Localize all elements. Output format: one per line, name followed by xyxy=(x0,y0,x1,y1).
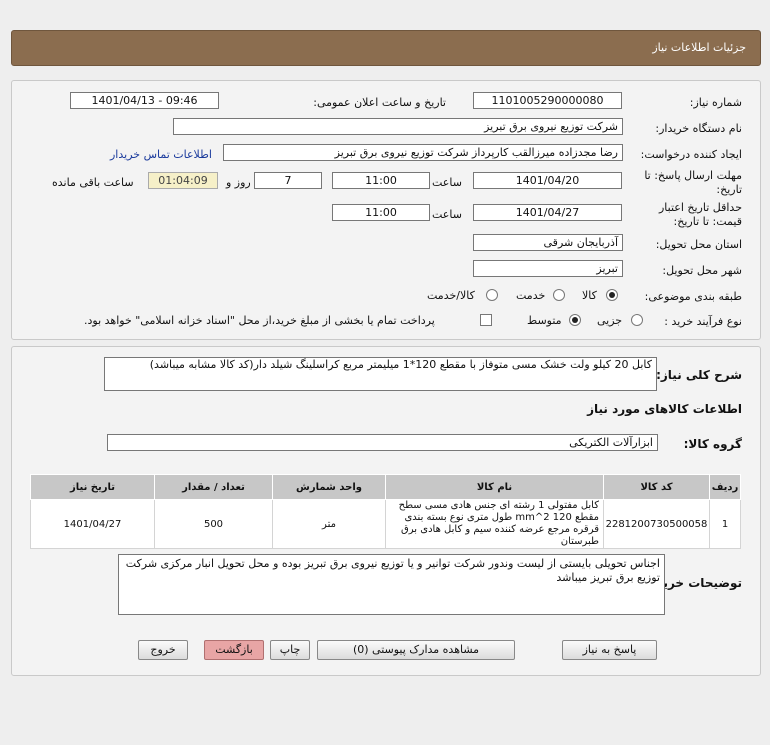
contact-info-link[interactable]: اطلاعات تماس خریدار xyxy=(110,148,212,161)
remaining-label: ساعت باقی مانده xyxy=(52,176,134,189)
col-code: کد کالا xyxy=(603,474,710,500)
category-radio-goods[interactable] xyxy=(606,289,618,301)
category-radio-service[interactable] xyxy=(553,289,565,301)
deadline-label-1: مهلت ارسال پاسخ: تا xyxy=(644,169,742,182)
table-row[interactable]: 1 2281200730500058 کابل مفتولی 1 رشته ای… xyxy=(30,499,741,549)
validity-time-field[interactable]: 11:00 xyxy=(332,204,430,221)
treasury-payment-checkbox[interactable] xyxy=(480,314,492,326)
category-label: طبقه بندی موضوعی: xyxy=(644,290,742,303)
validity-label-1: حداقل تاریخ اعتبار xyxy=(658,201,742,214)
summary-field[interactable]: کابل 20 کیلو ولت خشک مسی متوفاز با مقطع … xyxy=(104,357,657,391)
buyer-notes-field[interactable]: اجناس تحویلی بایستی از لیست وندور شرکت ت… xyxy=(118,554,665,615)
deadline-time-field[interactable]: 11:00 xyxy=(332,172,430,189)
col-name: نام کالا xyxy=(385,474,604,500)
cell-name: کابل مفتولی 1 رشته ای جنس هادی مسی سطح م… xyxy=(385,499,604,549)
deadline-time-label: ساعت xyxy=(432,176,462,189)
creator-field[interactable]: رضا مجدزاده میرزالقب کارپرداز شرکت توزیع… xyxy=(223,144,623,161)
city-label: شهر محل تحویل: xyxy=(662,264,742,277)
validity-time-label: ساعت xyxy=(432,208,462,221)
remaining-time-field: 01:04:09 xyxy=(148,172,218,189)
cell-unit: متر xyxy=(272,499,386,549)
cell-code: 2281200730500058 xyxy=(603,499,710,549)
process-radio-medium[interactable] xyxy=(569,314,581,326)
print-button[interactable]: چاپ xyxy=(270,640,310,660)
page-title: جزئیات اطلاعات نیاز xyxy=(652,41,746,54)
category-option-goods: کالا xyxy=(582,289,597,302)
col-row: ردیف xyxy=(709,474,741,500)
city-field[interactable]: تبریز xyxy=(473,260,623,277)
col-qty: تعداد / مقدار xyxy=(154,474,273,500)
deadline-date-field[interactable]: 1401/04/20 xyxy=(473,172,622,189)
process-label: نوع فرآیند خرید : xyxy=(664,315,742,328)
view-documents-button[interactable]: مشاهده مدارک پیوستی (0) xyxy=(317,640,515,660)
cell-date: 1401/04/27 xyxy=(30,499,155,549)
process-option-medium: متوسط xyxy=(527,314,562,327)
process-option-minor: جزیی xyxy=(597,314,623,327)
validity-date-field[interactable]: 1401/04/27 xyxy=(473,204,622,221)
province-field[interactable]: آذربایجان شرقی xyxy=(473,234,623,251)
items-heading: اطلاعات کالاهای مورد نیاز xyxy=(587,402,742,416)
category-option-both: کالا/خدمت xyxy=(427,289,475,302)
exit-button[interactable]: خروج xyxy=(138,640,188,660)
days-label: روز و xyxy=(226,176,251,189)
announce-field[interactable]: 1401/04/13 - 09:46 xyxy=(70,92,219,109)
buyer-org-field[interactable]: شرکت توزیع نیروی برق تبریز xyxy=(173,118,623,135)
creator-label: ایجاد کننده درخواست: xyxy=(640,148,742,161)
items-table: ردیف کد کالا نام کالا واحد شمارش تعداد /… xyxy=(30,474,741,549)
col-date: تاریخ نیاز xyxy=(30,474,155,500)
col-unit: واحد شمارش xyxy=(272,474,386,500)
cell-row: 1 xyxy=(709,499,741,549)
process-radio-minor[interactable] xyxy=(631,314,643,326)
page-header: جزئیات اطلاعات نیاز xyxy=(11,30,761,66)
group-label: گروه کالا: xyxy=(683,437,742,451)
deadline-label-2: تاریخ: xyxy=(716,183,742,196)
summary-label: شرح کلی نیاز: xyxy=(656,368,742,382)
reply-button[interactable]: پاسخ به نیاز xyxy=(562,640,657,660)
announce-label: تاریخ و ساعت اعلان عمومی: xyxy=(313,96,446,109)
items-table-header: ردیف کد کالا نام کالا واحد شمارش تعداد /… xyxy=(30,474,741,500)
province-label: استان محل تحویل: xyxy=(655,238,742,251)
back-button[interactable]: بازگشت xyxy=(204,640,264,660)
need-number-label: شماره نیاز: xyxy=(689,96,742,109)
group-field[interactable]: ابزارآلات الکتریکی xyxy=(107,434,658,451)
treasury-payment-note: پرداخت تمام یا بخشی از مبلغ خرید،از محل … xyxy=(84,314,435,327)
days-field[interactable]: 7 xyxy=(254,172,322,189)
validity-label-2: قیمت: تا تاریخ: xyxy=(673,215,742,228)
need-number-field[interactable]: 1101005290000080 xyxy=(473,92,622,109)
category-option-service: خدمت xyxy=(516,289,546,302)
cell-qty: 500 xyxy=(154,499,273,549)
buyer-org-label: نام دستگاه خریدار: xyxy=(655,122,742,135)
category-radio-both[interactable] xyxy=(486,289,498,301)
